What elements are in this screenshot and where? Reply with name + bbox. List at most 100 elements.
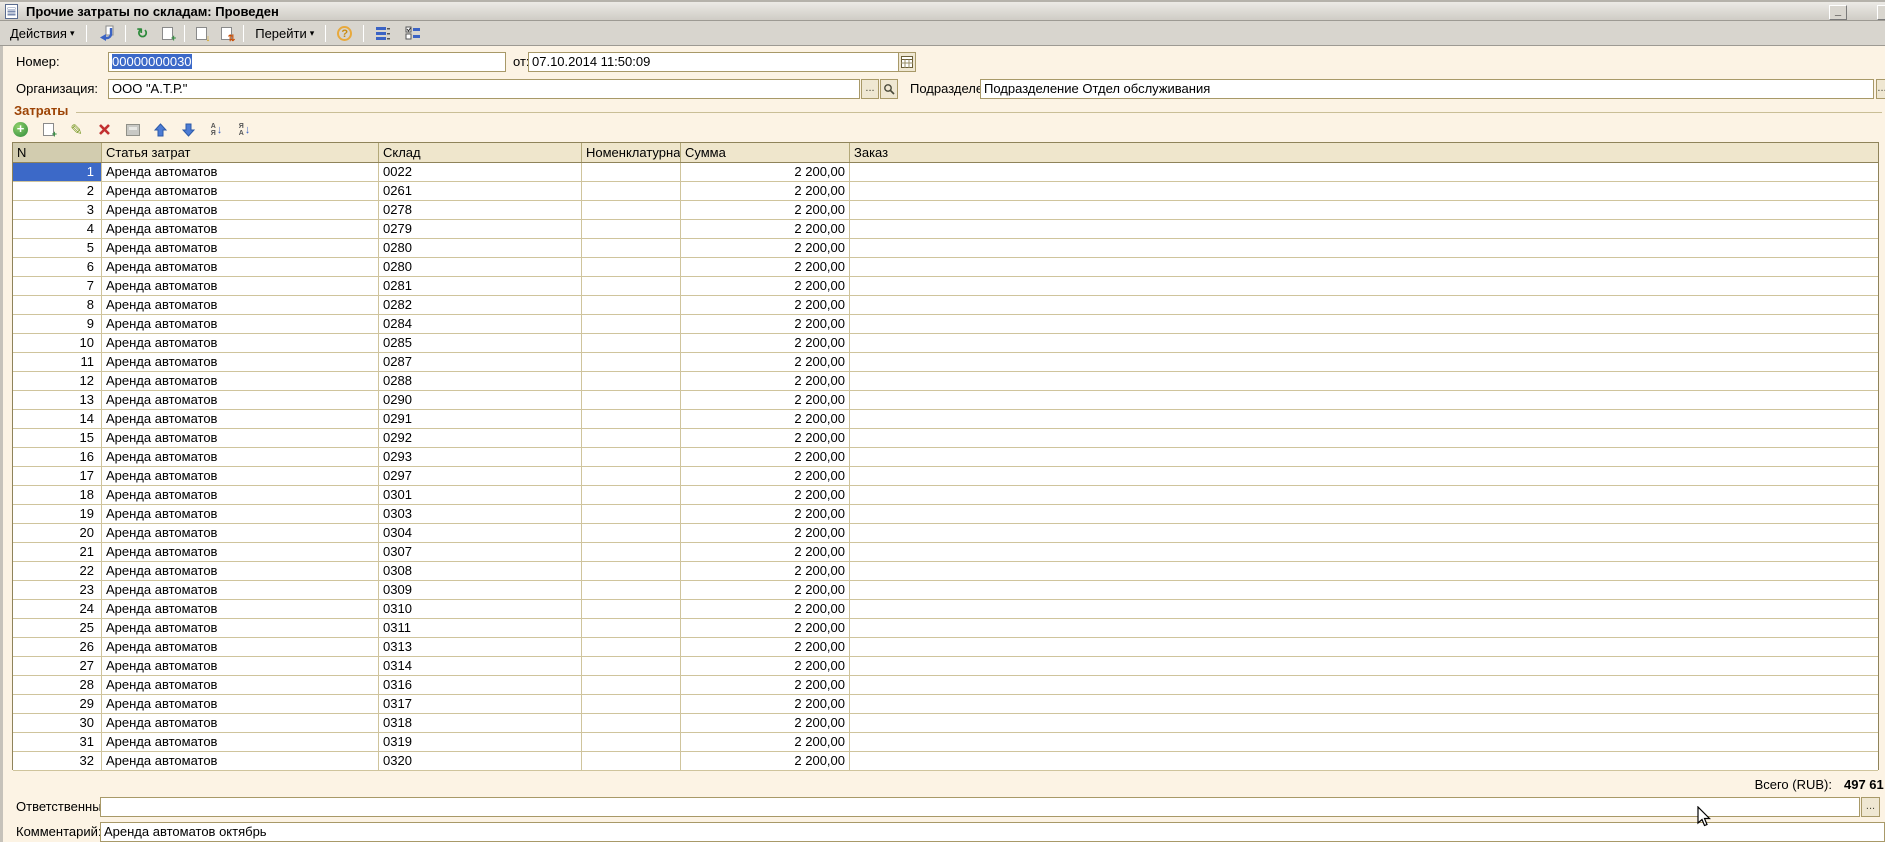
cell-amount[interactable]: 2 200,00 (681, 600, 850, 618)
number-input[interactable]: 00000000030 (108, 52, 506, 72)
end-edit-button[interactable] (122, 120, 143, 139)
table-row[interactable]: 1 Аренда автоматов 0022 2 200,00 (13, 163, 1878, 182)
move-up-button[interactable] (150, 120, 171, 139)
cell-nomenclature[interactable] (582, 486, 681, 504)
department-input[interactable]: Подразделение Отдел обслуживания (980, 79, 1874, 99)
cell-order[interactable] (850, 695, 1878, 713)
cell-amount[interactable]: 2 200,00 (681, 448, 850, 466)
cell-row-number[interactable]: 4 (13, 220, 102, 238)
maximize-button[interactable] (1877, 5, 1885, 20)
cell-expense-item[interactable]: Аренда автоматов (102, 467, 379, 485)
cell-row-number[interactable]: 13 (13, 391, 102, 409)
cell-row-number[interactable]: 10 (13, 334, 102, 352)
cell-warehouse[interactable]: 0292 (379, 429, 582, 447)
cell-warehouse[interactable]: 0280 (379, 258, 582, 276)
cell-order[interactable] (850, 657, 1878, 675)
cell-warehouse[interactable]: 0307 (379, 543, 582, 561)
cell-order[interactable] (850, 562, 1878, 580)
delete-row-button[interactable] (94, 120, 115, 139)
cell-warehouse[interactable]: 0301 (379, 486, 582, 504)
cell-row-number[interactable]: 9 (13, 315, 102, 333)
cell-order[interactable] (850, 163, 1878, 181)
organization-input[interactable]: ООО "А.Т.Р." (108, 79, 860, 99)
cell-row-number[interactable]: 26 (13, 638, 102, 656)
cell-nomenclature[interactable] (582, 277, 681, 295)
cell-nomenclature[interactable] (582, 353, 681, 371)
cell-expense-item[interactable]: Аренда автоматов (102, 277, 379, 295)
sort-descending-button[interactable]: ЯА ↓ (234, 120, 255, 139)
cell-order[interactable] (850, 315, 1878, 333)
cell-amount[interactable]: 2 200,00 (681, 562, 850, 580)
date-input[interactable]: 07.10.2014 11:50:09 (528, 52, 899, 72)
cell-row-number[interactable]: 8 (13, 296, 102, 314)
cell-expense-item[interactable]: Аренда автоматов (102, 296, 379, 314)
cell-order[interactable] (850, 600, 1878, 618)
column-header-expense-item[interactable]: Статья затрат (102, 143, 379, 162)
cell-warehouse[interactable]: 0309 (379, 581, 582, 599)
calendar-button[interactable] (898, 52, 916, 72)
cell-warehouse[interactable]: 0285 (379, 334, 582, 352)
cell-row-number[interactable]: 24 (13, 600, 102, 618)
cell-order[interactable] (850, 429, 1878, 447)
cell-expense-item[interactable]: Аренда автоматов (102, 600, 379, 618)
cell-amount[interactable]: 2 200,00 (681, 467, 850, 485)
cell-amount[interactable]: 2 200,00 (681, 486, 850, 504)
cell-nomenclature[interactable] (582, 391, 681, 409)
cell-nomenclature[interactable] (582, 448, 681, 466)
cell-nomenclature[interactable] (582, 201, 681, 219)
table-row[interactable]: 9 Аренда автоматов 0284 2 200,00 (13, 315, 1878, 334)
copy-row-button[interactable]: + (38, 120, 59, 139)
table-row[interactable]: 27 Аренда автоматов 0314 2 200,00 (13, 657, 1878, 676)
cell-amount[interactable]: 2 200,00 (681, 410, 850, 428)
table-settings-button[interactable] (369, 23, 397, 44)
cell-nomenclature[interactable] (582, 524, 681, 542)
cell-warehouse[interactable]: 0320 (379, 752, 582, 770)
table-row[interactable]: 2 Аренда автоматов 0261 2 200,00 (13, 182, 1878, 201)
cell-warehouse[interactable]: 0281 (379, 277, 582, 295)
cell-nomenclature[interactable] (582, 410, 681, 428)
column-header-warehouse[interactable]: Склад (379, 143, 582, 162)
cell-warehouse[interactable]: 0282 (379, 296, 582, 314)
cell-expense-item[interactable]: Аренда автоматов (102, 201, 379, 219)
cell-order[interactable] (850, 486, 1878, 504)
cell-expense-item[interactable]: Аренда автоматов (102, 220, 379, 238)
cell-amount[interactable]: 2 200,00 (681, 391, 850, 409)
cell-amount[interactable]: 2 200,00 (681, 714, 850, 732)
cell-expense-item[interactable]: Аренда автоматов (102, 543, 379, 561)
cell-order[interactable] (850, 619, 1878, 637)
organization-open-button[interactable] (880, 79, 898, 99)
cell-warehouse[interactable]: 0278 (379, 201, 582, 219)
cell-nomenclature[interactable] (582, 752, 681, 770)
cell-expense-item[interactable]: Аренда автоматов (102, 714, 379, 732)
column-header-n[interactable]: N (13, 143, 102, 162)
cell-warehouse[interactable]: 0304 (379, 524, 582, 542)
table-row[interactable]: 5 Аренда автоматов 0280 2 200,00 (13, 239, 1878, 258)
cell-amount[interactable]: 2 200,00 (681, 353, 850, 371)
table-row[interactable]: 11 Аренда автоматов 0287 2 200,00 (13, 353, 1878, 372)
cell-amount[interactable]: 2 200,00 (681, 733, 850, 751)
cell-warehouse[interactable]: 0318 (379, 714, 582, 732)
copy-document-button[interactable]: + (156, 23, 179, 44)
cell-nomenclature[interactable] (582, 182, 681, 200)
cell-order[interactable] (850, 676, 1878, 694)
cell-expense-item[interactable]: Аренда автоматов (102, 638, 379, 656)
cell-order[interactable] (850, 733, 1878, 751)
cell-row-number[interactable]: 2 (13, 182, 102, 200)
cell-amount[interactable]: 2 200,00 (681, 315, 850, 333)
table-row[interactable]: 17 Аренда автоматов 0297 2 200,00 (13, 467, 1878, 486)
cell-amount[interactable]: 2 200,00 (681, 657, 850, 675)
cell-row-number[interactable]: 20 (13, 524, 102, 542)
cell-expense-item[interactable]: Аренда автоматов (102, 258, 379, 276)
cell-order[interactable] (850, 543, 1878, 561)
cell-expense-item[interactable]: Аренда автоматов (102, 505, 379, 523)
cell-order[interactable] (850, 277, 1878, 295)
cell-row-number[interactable]: 32 (13, 752, 102, 770)
cell-row-number[interactable]: 31 (13, 733, 102, 751)
cell-nomenclature[interactable] (582, 695, 681, 713)
cell-amount[interactable]: 2 200,00 (681, 543, 850, 561)
cell-expense-item[interactable]: Аренда автоматов (102, 524, 379, 542)
organization-browse-button[interactable]: ... (861, 79, 879, 99)
cell-nomenclature[interactable] (582, 619, 681, 637)
go-menu-button[interactable]: Перейти ▾ (249, 23, 320, 44)
cell-row-number[interactable]: 23 (13, 581, 102, 599)
